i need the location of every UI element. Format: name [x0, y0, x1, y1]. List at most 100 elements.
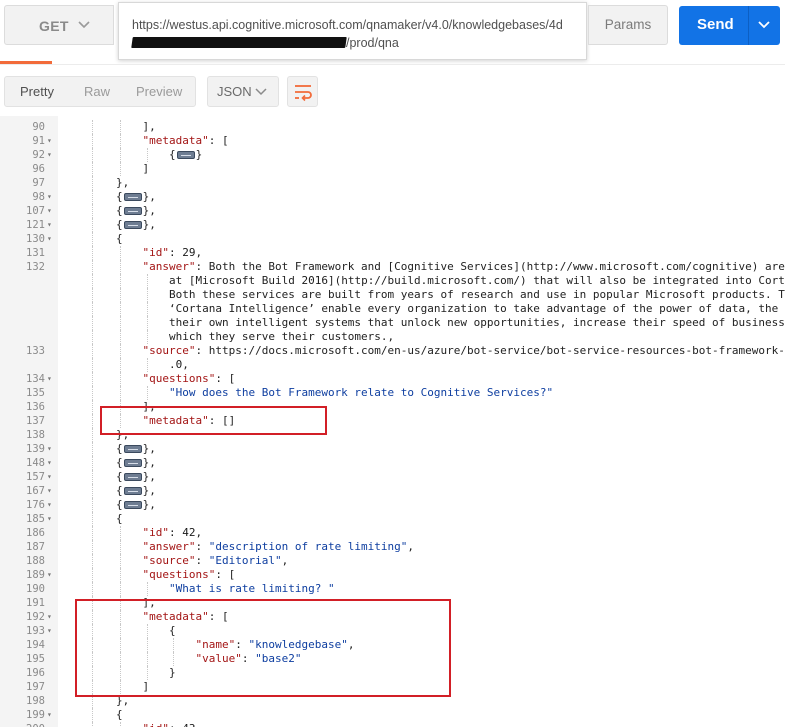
fold-toggle-icon[interactable]: ▾: [47, 484, 57, 498]
code-text: {},: [116, 218, 156, 231]
line-number: 135: [26, 387, 45, 399]
code-text: "source": https://docs.microsoft.com/en-…: [142, 344, 785, 357]
response-body-viewer[interactable]: 90], 91 ▾ "metadata": [92 ▾{} 96] 97}, 98 ▾{}, 10…: [0, 116, 785, 727]
url-suffix: /prod/qna: [346, 36, 399, 50]
format-select[interactable]: JSON: [207, 76, 279, 107]
collapsed-object-icon[interactable]: [123, 221, 142, 229]
code-line: 133 "source": https://docs.microsoft.com/…: [0, 344, 785, 358]
fold-toggle-icon[interactable]: ▾: [47, 148, 57, 162]
code-line: 188 "source": "Editorial",: [0, 554, 785, 568]
code-line: 199 ▾ {: [0, 708, 785, 722]
code-line: 91 ▾ "metadata": [: [0, 134, 785, 148]
line-number: 197: [26, 681, 45, 693]
code-text: {},: [116, 190, 156, 203]
code-text: "questions": [: [142, 372, 236, 385]
send-button[interactable]: Send: [679, 6, 780, 45]
code-text: "id": 42,: [142, 526, 203, 539]
line-number: 200: [0, 722, 45, 727]
collapsed-object-icon[interactable]: [123, 207, 142, 215]
fold-toggle-icon[interactable]: ▾: [47, 708, 57, 722]
code-text: which they serve their customers.,: [169, 330, 395, 343]
fold-toggle-icon[interactable]: ▾: [47, 470, 57, 484]
collapsed-object-icon[interactable]: [123, 445, 142, 453]
collapsed-object-icon[interactable]: [176, 151, 195, 159]
code-text: {}: [169, 148, 203, 161]
line-number: 98: [32, 191, 45, 203]
code-text: "What is rate limiting? ": [169, 582, 335, 595]
line-number: 131: [26, 247, 45, 259]
line-number: 185: [26, 513, 45, 525]
code-line: 92 ▾ {}: [0, 148, 785, 162]
fold-toggle-icon[interactable]: ▾: [47, 456, 57, 470]
tab-pretty[interactable]: Pretty: [20, 84, 54, 99]
line-number: 138: [26, 429, 45, 441]
code-line: 130 ▾ {: [0, 232, 785, 246]
line-number: 97: [32, 177, 45, 189]
collapsed-object-icon[interactable]: [123, 487, 142, 495]
line-number: 189: [26, 569, 45, 581]
line-number: 148: [26, 457, 45, 469]
collapsed-object-icon[interactable]: [123, 501, 142, 509]
line-number: 192: [26, 611, 45, 623]
collapsed-object-icon[interactable]: [123, 473, 142, 481]
fold-toggle-icon[interactable]: ▾: [47, 568, 57, 582]
tab-raw[interactable]: Raw: [84, 84, 110, 99]
code-text: {},: [116, 484, 156, 497]
wrap-lines-button[interactable]: [287, 76, 318, 107]
fold-toggle-icon[interactable]: ▾: [47, 190, 57, 204]
code-line: Both these services are built from years…: [0, 288, 785, 302]
fold-toggle-icon[interactable]: ▾: [47, 442, 57, 456]
code-line: 98 ▾ {},: [0, 190, 785, 204]
collapsed-object-icon[interactable]: [123, 459, 142, 467]
chevron-down-icon: [78, 21, 90, 29]
line-number: 176: [26, 499, 45, 511]
line-number: 194: [26, 639, 45, 651]
tab-preview[interactable]: Preview: [136, 84, 182, 99]
code-line: 185 ▾ {: [0, 512, 785, 526]
line-number: 198: [26, 695, 45, 707]
code-text: {: [116, 708, 123, 721]
code-text: Both these services are built from years…: [169, 288, 785, 301]
highlight-box-empty-metadata: [100, 406, 327, 435]
chevron-down-icon[interactable]: [757, 20, 771, 30]
code-line: 97},: [0, 176, 785, 190]
fold-toggle-icon[interactable]: ▾: [47, 512, 57, 526]
url-input[interactable]: https://westus.api.cognitive.microsoft.c…: [118, 2, 587, 60]
fold-toggle-icon[interactable]: ▾: [47, 624, 57, 638]
code-line: 148 ▾ {},: [0, 456, 785, 470]
code-line: .0,: [0, 358, 785, 372]
code-text: ‘Cortana Intelligence’ enable every orga…: [169, 302, 785, 315]
code-line: 107 ▾ {},: [0, 204, 785, 218]
code-text: "id": 29,: [142, 246, 203, 259]
fold-toggle-icon[interactable]: ▾: [47, 232, 57, 246]
method-label: GET: [39, 18, 69, 34]
line-number: 92: [32, 149, 45, 161]
fold-toggle-icon[interactable]: ▾: [47, 498, 57, 512]
chevron-down-icon: [255, 88, 267, 96]
params-button[interactable]: Params: [588, 5, 668, 45]
code-text: "source": "Editorial",: [142, 554, 289, 567]
code-text: {},: [116, 204, 156, 217]
fold-toggle-icon[interactable]: ▾: [47, 610, 57, 624]
code-text: {: [116, 232, 123, 245]
line-number: 187: [26, 541, 45, 553]
fold-toggle-icon[interactable]: ▾: [47, 372, 57, 386]
code-text: {},: [116, 498, 156, 511]
code-line: 121 ▾ {},: [0, 218, 785, 232]
send-label: Send: [697, 16, 734, 33]
fold-toggle-icon[interactable]: ▾: [47, 218, 57, 232]
line-number: 91: [32, 135, 45, 147]
fold-toggle-icon[interactable]: ▾: [47, 204, 57, 218]
line-number: 186: [26, 527, 45, 539]
code-line: 176 ▾ {},: [0, 498, 785, 512]
code-line: 189 ▾ "questions": [: [0, 568, 785, 582]
code-text: .0,: [169, 358, 189, 371]
wrap-lines-icon: [295, 85, 312, 102]
line-number: 136: [26, 401, 45, 413]
fold-toggle-icon[interactable]: ▾: [47, 134, 57, 148]
collapsed-object-icon[interactable]: [123, 193, 142, 201]
code-line: 132 "answer": Both the Bot Framework and …: [0, 260, 785, 274]
method-select[interactable]: GET: [4, 5, 114, 45]
line-number: 157: [26, 471, 45, 483]
divider: [0, 64, 785, 65]
